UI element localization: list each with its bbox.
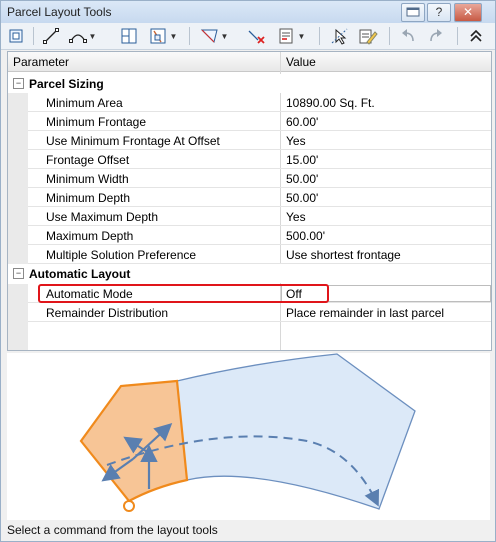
- grid-row[interactable]: Minimum Width 50.00': [8, 169, 491, 188]
- category-automatic-layout[interactable]: − Automatic Layout: [8, 264, 491, 283]
- curve-dropdown-button[interactable]: ▼: [67, 26, 97, 46]
- slide-line-button[interactable]: [119, 26, 139, 46]
- undo-icon: [402, 29, 414, 42]
- create-segment-button[interactable]: ▼: [197, 26, 231, 46]
- redo-icon: [430, 29, 442, 42]
- parcel-layout-button[interactable]: [7, 26, 27, 46]
- parcel-layout-diagram: [79, 353, 416, 512]
- parameter-name: Minimum Frontage: [46, 115, 147, 129]
- parameter-value[interactable]: 50.00': [286, 191, 318, 205]
- window-menu-icon: [406, 7, 420, 17]
- window-title: Parcel Layout Tools: [7, 5, 112, 19]
- collapse-toggle-icon[interactable]: −: [13, 78, 24, 89]
- delete-sub-entity-icon: [248, 30, 265, 44]
- draw-line-icon: [43, 28, 59, 44]
- select-parcel-icon: [331, 28, 348, 45]
- category-parcel-sizing[interactable]: − Parcel Sizing: [8, 74, 491, 93]
- collapse-toggle-icon[interactable]: −: [13, 268, 24, 279]
- parameter-grid: Parameter Value − Parcel Sizing Minimum …: [7, 51, 492, 351]
- grid-empty-area: [8, 322, 491, 350]
- parameter-value[interactable]: 50.00': [286, 172, 318, 186]
- parameter-value[interactable]: 10890.00 Sq. Ft.: [286, 96, 375, 110]
- pi-dropdown-icon: [279, 28, 293, 44]
- chevron-down-icon: ▼: [169, 31, 178, 41]
- parameter-value[interactable]: Place remainder in last parcel: [286, 306, 444, 320]
- parcel-shape: [79, 379, 189, 503]
- parcel-preview-illustration: [7, 353, 490, 520]
- category-label: Automatic Layout: [29, 267, 131, 281]
- parameter-name: Use Maximum Depth: [46, 210, 159, 224]
- grid-row[interactable]: Maximum Depth 500.00': [8, 226, 491, 245]
- swing-line-icon: [150, 28, 166, 44]
- edit-parcel-icon: [359, 29, 378, 45]
- close-button[interactable]: ✕: [454, 3, 482, 22]
- grid-row[interactable]: Use Minimum Frontage At Offset Yes: [8, 131, 491, 150]
- collapse-toolbar-button[interactable]: [465, 26, 487, 46]
- title-bar: Parcel Layout Tools ? ✕: [1, 1, 495, 23]
- grid-row[interactable]: Remainder Distribution Place remainder in…: [8, 303, 491, 322]
- grid-header: Parameter Value: [8, 52, 491, 72]
- parcel-layout-icon: [9, 29, 23, 43]
- help-button[interactable]: ?: [427, 3, 451, 22]
- grid-row[interactable]: Use Maximum Depth Yes: [8, 207, 491, 226]
- start-point-icon: [123, 500, 135, 512]
- parameter-column-header[interactable]: Parameter: [13, 55, 69, 69]
- red-highlight-outline: [38, 284, 329, 303]
- parameter-value[interactable]: 500.00': [286, 229, 325, 243]
- undo-button[interactable]: [397, 26, 419, 46]
- grid-row[interactable]: Multiple Solution Preference Use shortest…: [8, 245, 491, 264]
- grid-row[interactable]: Minimum Area 10890.00 Sq. Ft.: [8, 93, 491, 112]
- parcel-layout-tools-window: Parcel Layout Tools ? ✕ ▼ ▼ ▼ ▼ Paramete…: [0, 0, 496, 542]
- parameter-name: Multiple Solution Preference: [46, 248, 197, 262]
- curve-dropdown-icon: [68, 34, 87, 43]
- grid-row[interactable]: Minimum Depth 50.00': [8, 188, 491, 207]
- swing-line-button[interactable]: ▼: [147, 26, 179, 46]
- edit-parcel-button[interactable]: [357, 26, 379, 46]
- redo-button[interactable]: [425, 26, 447, 46]
- chevron-down-icon: ▼: [88, 31, 97, 41]
- parameter-value[interactable]: Yes: [286, 134, 306, 148]
- parameter-value[interactable]: Use shortest frontage: [286, 248, 401, 262]
- value-column-header[interactable]: Value: [286, 55, 316, 69]
- parameter-name: Minimum Area: [46, 96, 123, 110]
- layout-toolbar: ▼ ▼ ▼ ▼: [1, 23, 495, 50]
- pi-dropdown-button[interactable]: ▼: [275, 26, 307, 46]
- delete-sub-entity-button[interactable]: [245, 26, 267, 46]
- parameter-value[interactable]: Yes: [286, 210, 306, 224]
- create-segment-icon: [200, 29, 218, 43]
- parameter-name: Frontage Offset: [46, 153, 130, 167]
- chevron-down-icon: ▼: [220, 31, 229, 41]
- parameter-name: Remainder Distribution: [46, 306, 169, 320]
- category-label: Parcel Sizing: [29, 77, 104, 91]
- parameter-name: Minimum Depth: [46, 191, 131, 205]
- grid-row[interactable]: Frontage Offset 15.00': [8, 150, 491, 169]
- window-menu-button[interactable]: [401, 3, 425, 22]
- slide-line-icon: [121, 28, 137, 44]
- draw-line-button[interactable]: [41, 26, 61, 46]
- collapse-icon: [470, 29, 482, 42]
- parameter-value[interactable]: 15.00': [286, 153, 318, 167]
- parameter-value[interactable]: 60.00': [286, 115, 318, 129]
- parameter-name: Use Minimum Frontage At Offset: [46, 134, 220, 148]
- chevron-down-icon: ▼: [297, 31, 306, 41]
- status-bar-text: Select a command from the layout tools: [7, 523, 218, 537]
- select-parcel-button[interactable]: [329, 26, 351, 46]
- grid-row[interactable]: Minimum Frontage 60.00': [8, 112, 491, 131]
- remainder-area-shape: [176, 353, 416, 510]
- parameter-name: Minimum Width: [46, 172, 129, 186]
- parameter-name: Maximum Depth: [46, 229, 134, 243]
